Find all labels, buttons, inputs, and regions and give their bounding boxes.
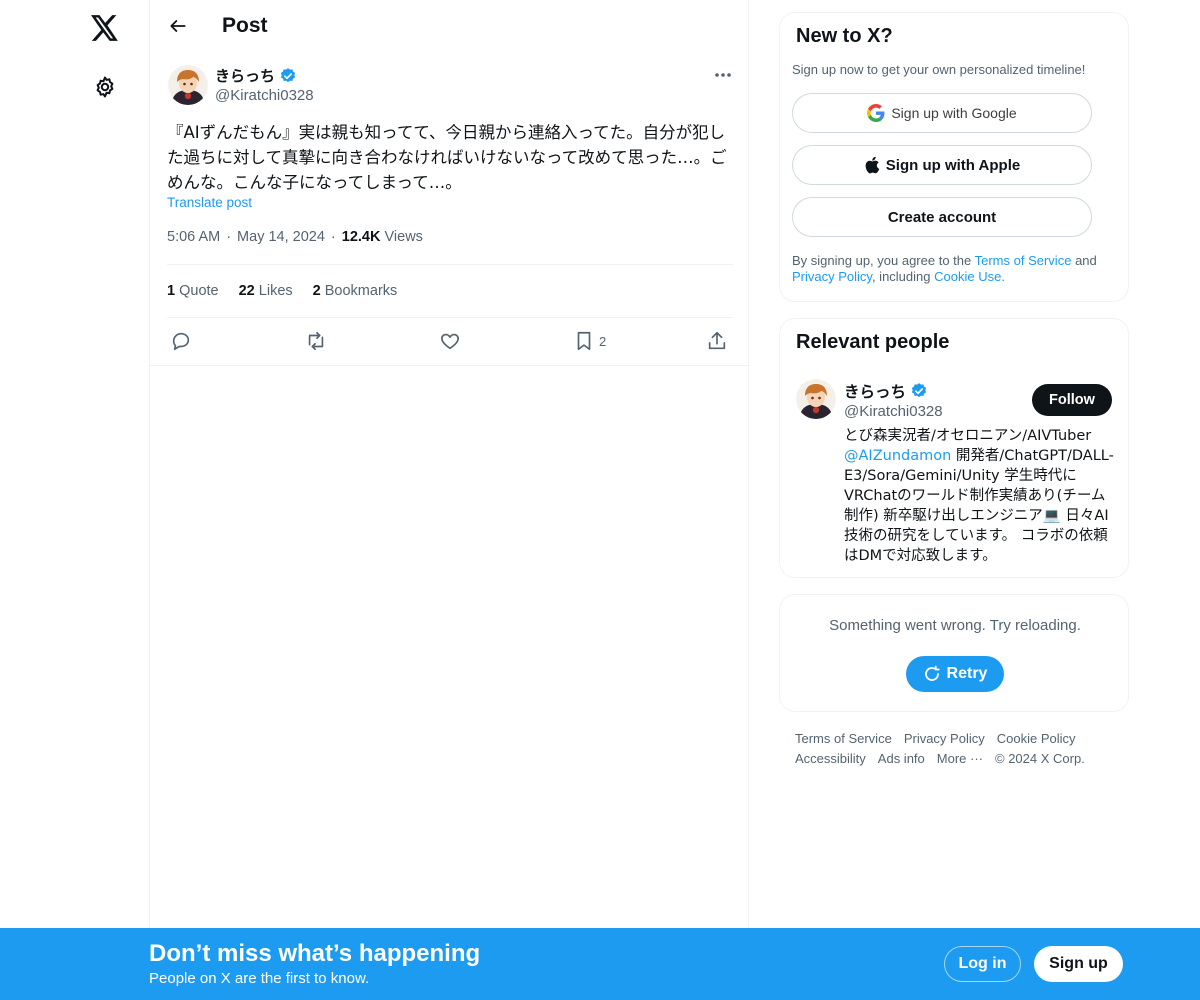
footer-link[interactable]: Cookie Policy (997, 729, 1076, 749)
bookmark-icon (577, 331, 591, 351)
divider (167, 317, 733, 318)
translate-post-link[interactable]: Translate post (167, 195, 252, 210)
bio-mention-link[interactable]: @AIZundamon (844, 448, 951, 464)
footer-link[interactable]: Terms of Service (795, 729, 892, 749)
repost-icon (308, 331, 324, 351)
trending-error-card: Something went wrong. Try reloading. Ret… (779, 594, 1129, 712)
bookmarks-stat[interactable]: 2 Bookmarks (313, 283, 398, 299)
quotes-stat[interactable]: 1 Quote (167, 283, 219, 299)
arrow-left-icon[interactable] (166, 14, 190, 38)
verified-badge-icon (280, 67, 296, 82)
signup-button[interactable]: Sign up (1034, 946, 1123, 982)
verified-badge-icon (911, 383, 927, 398)
author-name-text[interactable]: きらっち (215, 65, 275, 86)
divider (150, 365, 750, 366)
avatar[interactable] (168, 65, 208, 105)
reply-icon (172, 332, 190, 351)
signup-card-title: New to X? (796, 25, 893, 47)
post-meta: 5:06 AM · May 14, 2024 · 12.4K Views (167, 229, 423, 245)
signup-google-button[interactable]: Sign up with Google (792, 93, 1092, 133)
author-handle[interactable]: @Kiratchi0328 (215, 87, 314, 104)
signup-card-subtitle: Sign up now to get your own personalized… (792, 62, 1086, 77)
terms-link[interactable]: Terms of Service (975, 253, 1072, 268)
person-handle[interactable]: @Kiratchi0328 (844, 403, 943, 420)
google-icon (867, 104, 885, 122)
cookie-use-link[interactable]: Cookie Use. (934, 269, 1005, 284)
person-name[interactable]: きらっち (844, 380, 928, 402)
banner-subtitle: People on X are the first to know. (149, 970, 370, 987)
footer-links: Terms of Service Privacy Policy Cookie P… (795, 729, 1135, 769)
quotes-label: Quote (179, 283, 219, 299)
views-label: Views (384, 229, 423, 245)
refresh-icon (924, 665, 940, 681)
bookmark-count: 2 (599, 333, 607, 349)
share-icon (708, 331, 726, 350)
bookmarks-count: 2 (312, 283, 321, 299)
signup-google-label: Sign up with Google (891, 105, 1017, 121)
error-message: Something went wrong. Try reloading. (829, 617, 1081, 634)
apple-icon (865, 156, 880, 174)
bookmark-button[interactable]: 2 (573, 328, 606, 354)
page-title: Post (222, 14, 268, 37)
relevant-people-card: Relevant people きらっち @Kiratchi0328 Follo… (779, 318, 1129, 578)
left-nav (0, 0, 149, 1000)
relevant-people-title: Relevant people (796, 331, 950, 353)
privacy-link[interactable]: Privacy Policy (792, 269, 872, 284)
more-options-icon[interactable] (710, 64, 736, 86)
post-stats: 1 Quote 22 Likes 2 Bookmarks (167, 283, 397, 299)
retry-label: Retry (946, 665, 988, 682)
repost-button[interactable] (304, 328, 328, 354)
login-button[interactable]: Log in (944, 946, 1021, 982)
legal-and: and (1075, 253, 1097, 268)
reply-button[interactable] (170, 328, 192, 354)
avatar[interactable] (796, 379, 836, 419)
person-bio: とび森実況者/オセロニアン/AIVTuber @AIZundamon 開発者/C… (844, 426, 1114, 566)
bio-text: 開発者/ChatGPT/DALL-E3/Sora/Gemini/Unity 学生… (844, 448, 1114, 564)
signup-apple-button[interactable]: Sign up with Apple (792, 145, 1092, 185)
heart-icon (441, 333, 459, 350)
main-column: Post きらっち @Kiratchi0328 『AIずんだもん』実は親も知って… (149, 0, 750, 928)
legal-including: , including (871, 269, 931, 284)
footer-more-link[interactable]: More ··· (937, 749, 983, 769)
post-date[interactable]: May 14, 2024 (237, 229, 325, 245)
likes-count: 22 (238, 283, 255, 299)
signup-card: New to X? Sign up now to get your own pe… (779, 12, 1129, 302)
meta-separator: · (330, 229, 336, 245)
x-logo-icon[interactable] (89, 12, 121, 44)
likes-label: Likes (258, 283, 293, 299)
meta-separator: · (226, 229, 232, 245)
divider (167, 264, 733, 265)
likes-stat[interactable]: 22 Likes (239, 283, 293, 299)
views-count: 12.4K (341, 229, 381, 245)
page-header: Post (150, 0, 750, 53)
like-button[interactable] (439, 328, 461, 354)
author-name[interactable]: きらっち (215, 65, 297, 86)
post-text: 『AIずんだもん』実は親も知ってて、今日親から連絡入ってた。自分が犯した過ちに対… (167, 123, 727, 192)
create-account-button[interactable]: Create account (792, 197, 1092, 237)
bookmarks-label: Bookmarks (324, 283, 398, 299)
banner-title: Don’t miss what’s happening (149, 940, 481, 967)
views-stat: 12.4K Views (342, 229, 423, 245)
footer-link[interactable]: Accessibility (795, 749, 866, 769)
post-time[interactable]: 5:06 AM (167, 229, 220, 245)
signup-legal-text: By signing up, you agree to the Terms of… (792, 253, 1122, 285)
quotes-count: 1 (167, 283, 176, 299)
follow-button[interactable]: Follow (1032, 384, 1112, 416)
create-account-label: Create account (887, 208, 997, 226)
share-button[interactable] (706, 328, 728, 354)
signup-banner: Don’t miss what’s happening People on X … (0, 928, 1200, 1000)
copyright: © 2024 X Corp. (995, 751, 1085, 766)
signup-apple-label: Sign up with Apple (885, 156, 1021, 174)
post-actions: 2 (150, 328, 750, 354)
gear-icon[interactable] (92, 74, 118, 100)
retry-button[interactable]: Retry (906, 656, 1004, 692)
person-name-text[interactable]: きらっち (844, 380, 906, 402)
footer-link[interactable]: Privacy Policy (904, 729, 985, 749)
footer-link[interactable]: Ads info (878, 749, 925, 769)
legal-prefix: By signing up, you agree to the (792, 253, 972, 268)
bio-text: とび森実況者/オセロニアン/AIVTuber (844, 428, 1092, 444)
